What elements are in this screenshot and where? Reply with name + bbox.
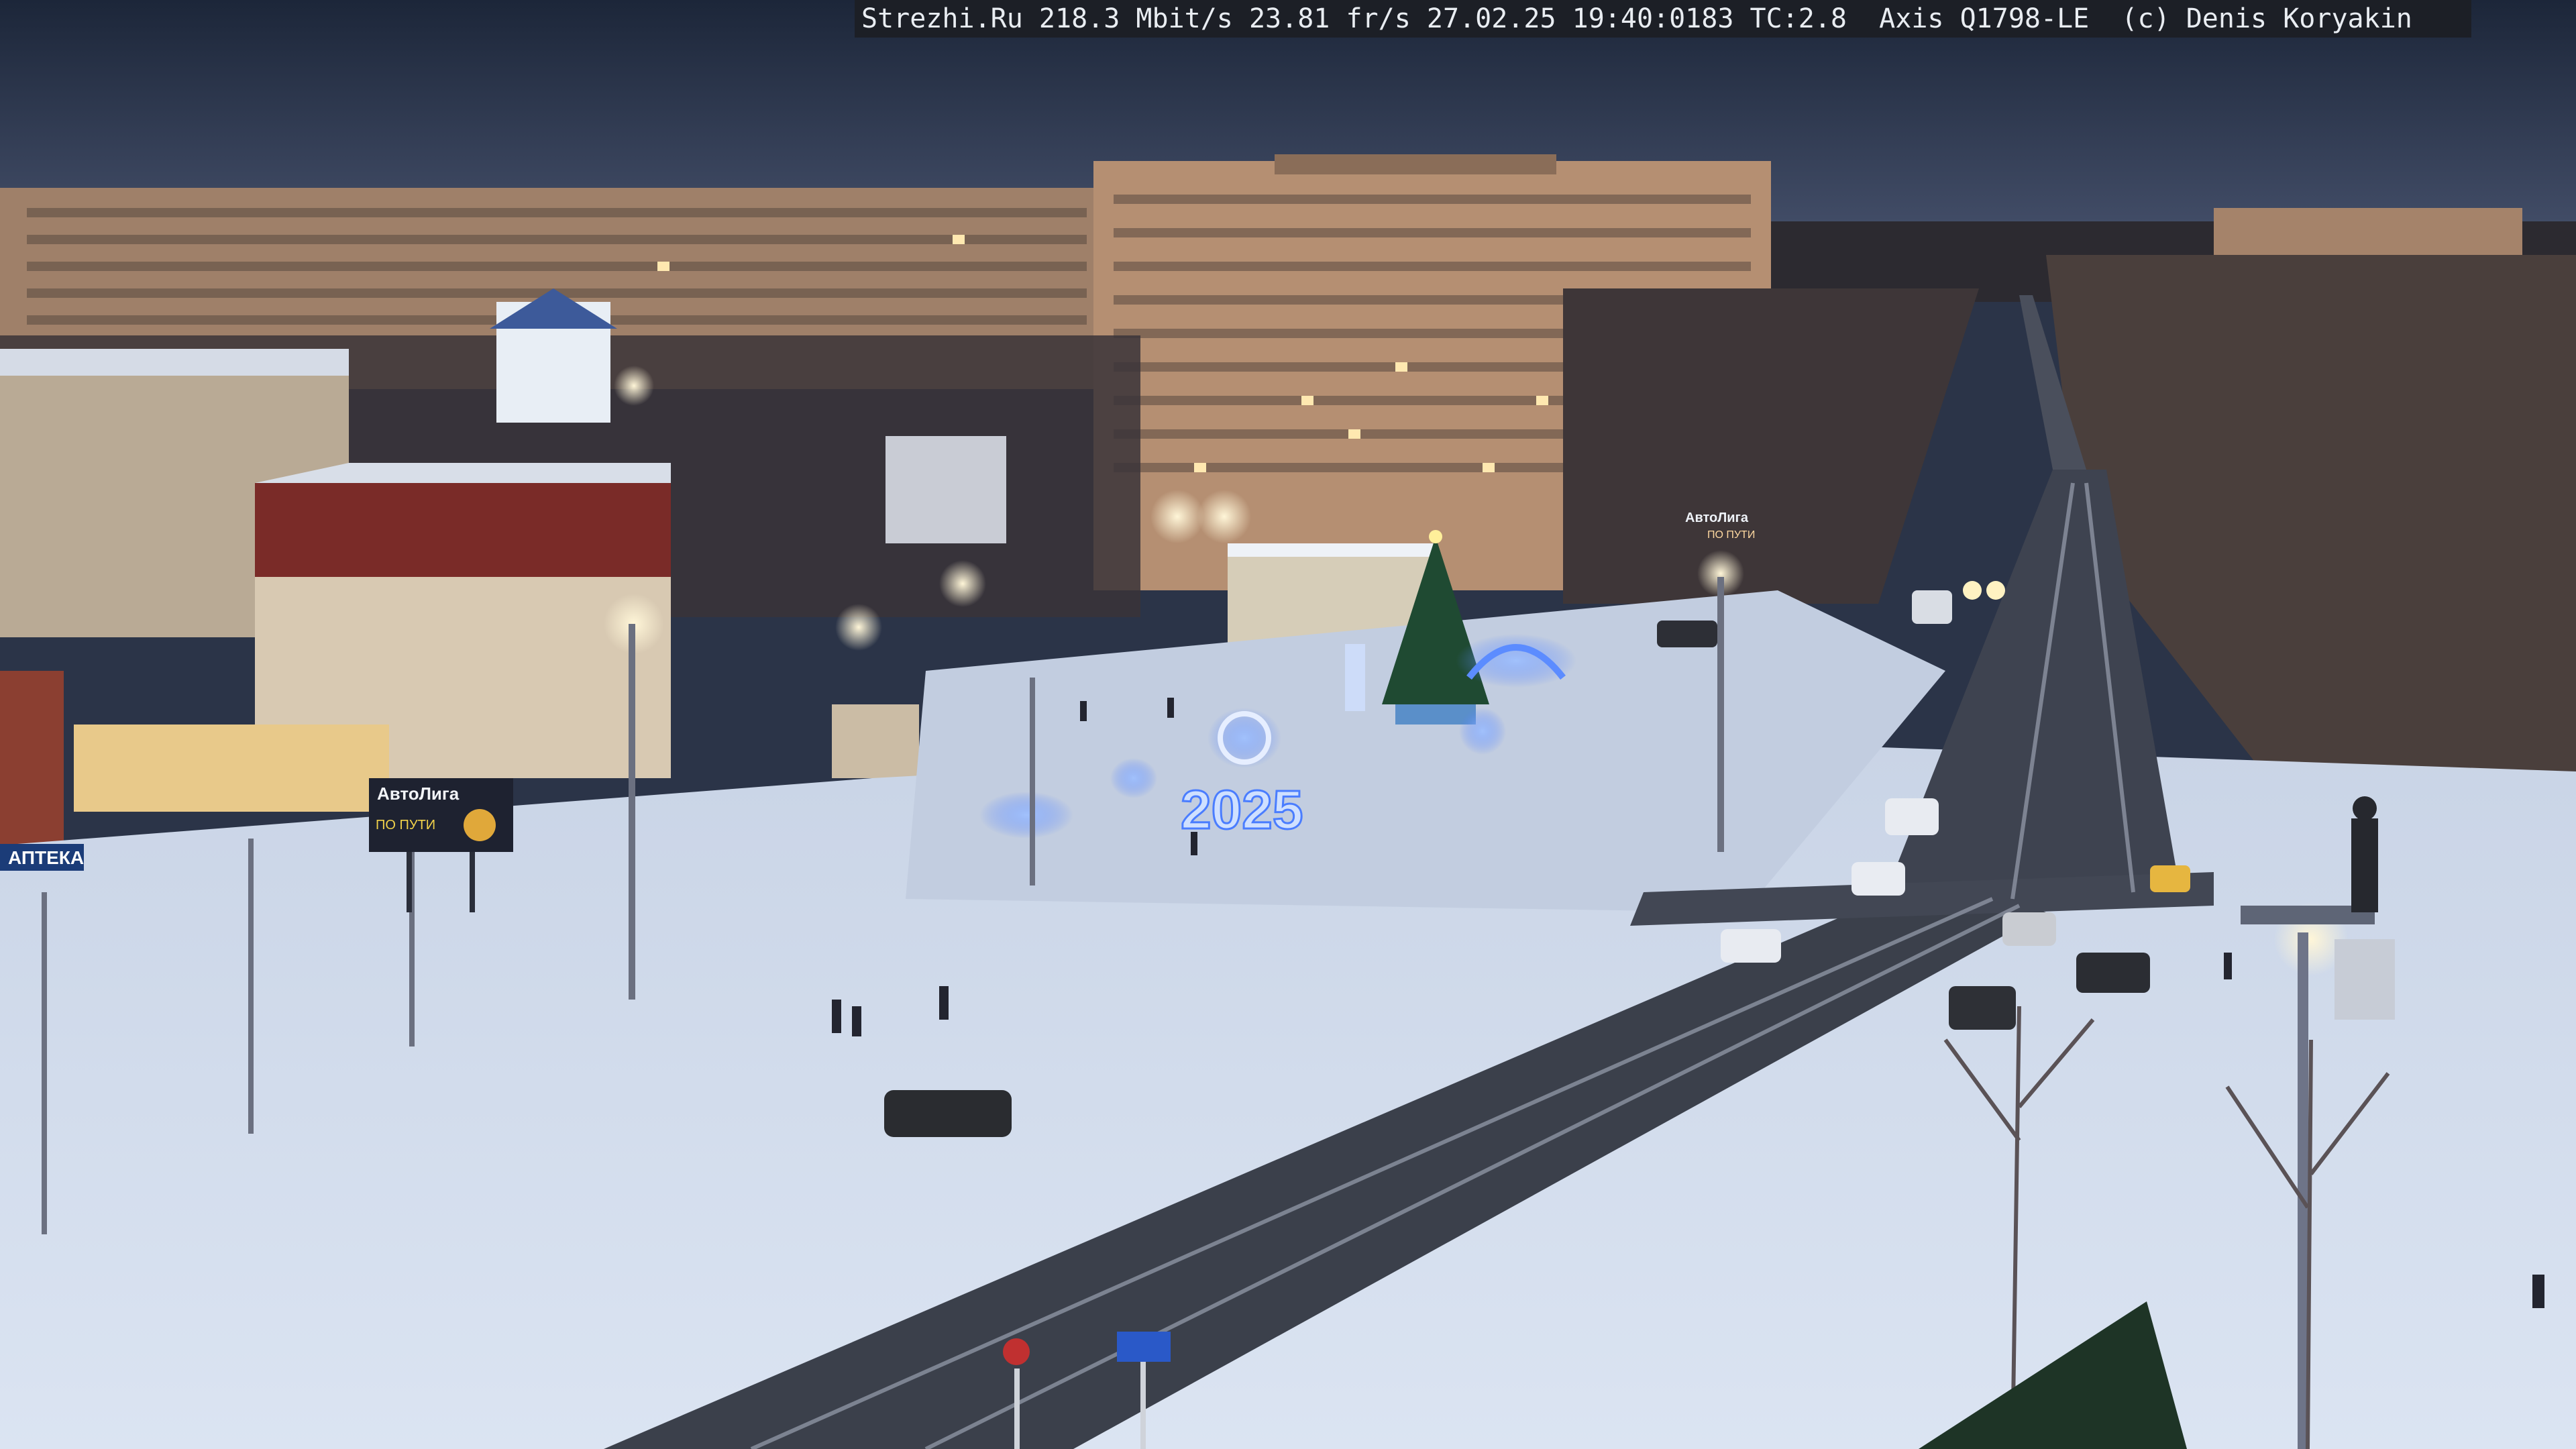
birch-forest-mid — [1563, 288, 1979, 604]
camera-info-overlay: Strezhi.Ru 218.3 Mbit/s 23.81 fr/s 27.02… — [855, 0, 2471, 38]
year-2025-lights: 2025 — [1181, 780, 1303, 841]
shop-sign: АвтоЛига — [1685, 511, 1749, 525]
webcam-scene: 2025 АвтоЛига ПО ПУТИ АвтоЛига ПО ПУТИ А… — [0, 0, 2576, 1449]
shop-sub: ПО ПУТИ — [1707, 529, 1755, 541]
pharmacy-sign: АПТЕКА — [8, 847, 84, 868]
billboard-brand: АвтоЛига — [377, 784, 460, 804]
billboard-sub: ПО ПУТИ — [376, 818, 435, 833]
